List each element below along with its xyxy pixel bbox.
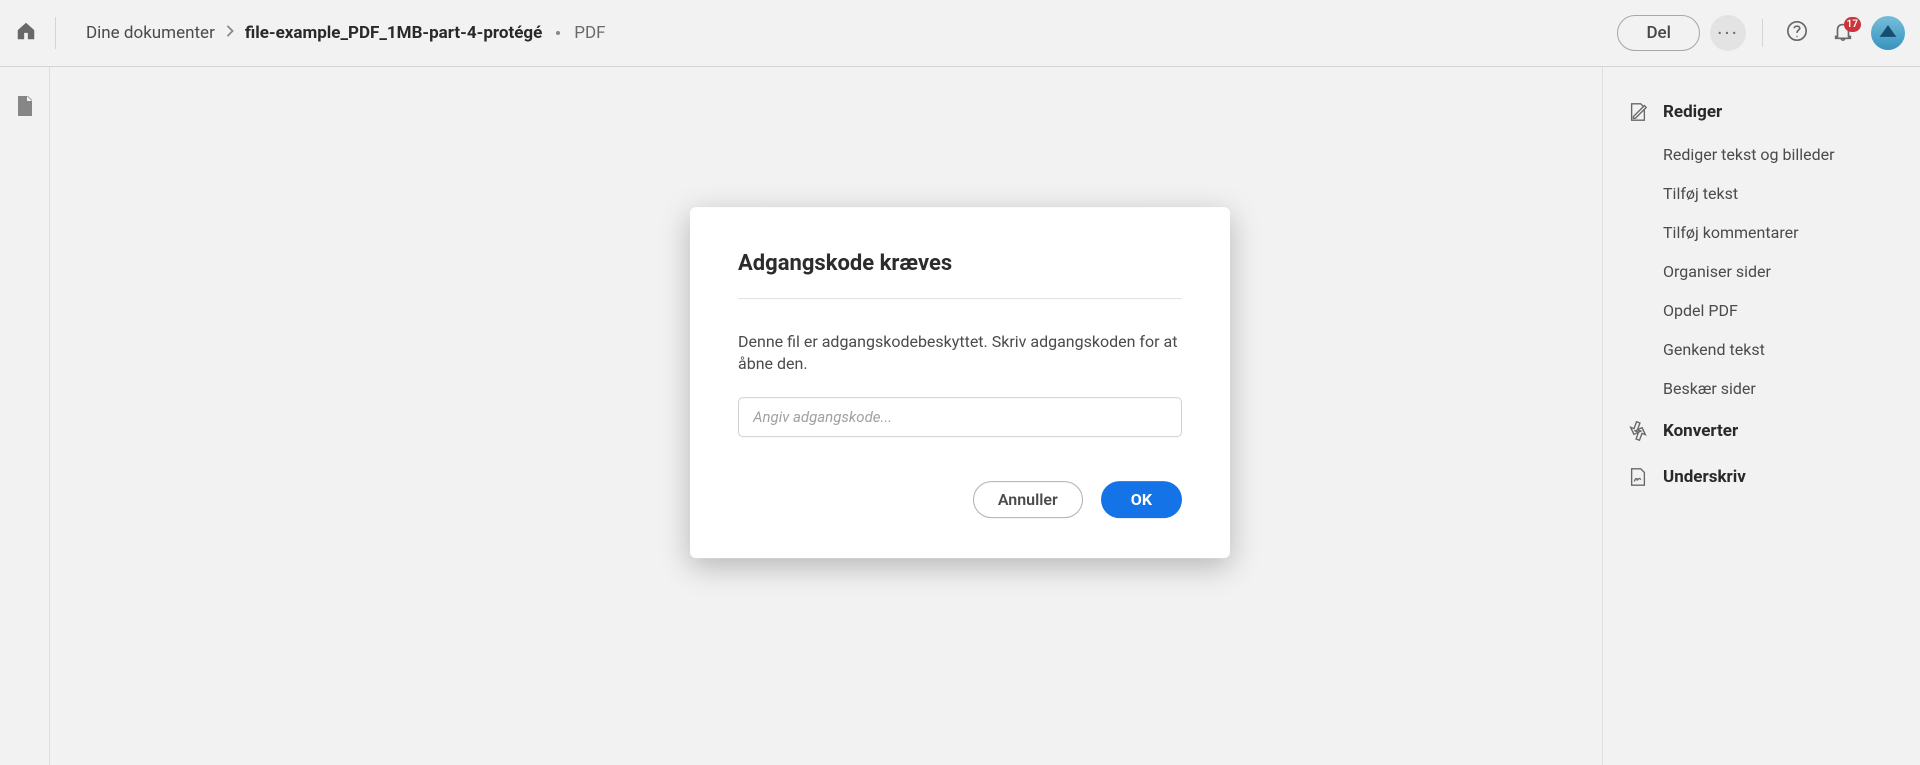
password-input[interactable] bbox=[738, 397, 1182, 437]
modal-actions: Annuller OK bbox=[738, 481, 1182, 518]
password-modal: Adgangskode kræves Denne fil er adgangsk… bbox=[690, 207, 1230, 559]
ok-button[interactable]: OK bbox=[1101, 481, 1182, 518]
modal-title: Adgangskode kræves bbox=[738, 251, 1182, 299]
cancel-button[interactable]: Annuller bbox=[973, 481, 1083, 518]
modal-message: Denne fil er adgangskodebeskyttet. Skriv… bbox=[738, 331, 1182, 376]
